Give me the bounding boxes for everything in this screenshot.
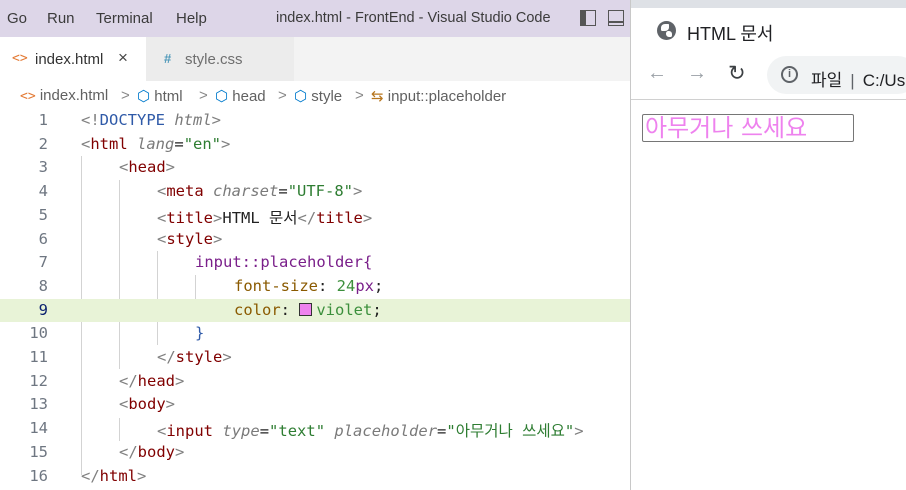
code-line: 15 </body>: [0, 441, 630, 465]
color-swatch[interactable]: [299, 302, 313, 316]
menu-run[interactable]: Run: [47, 10, 75, 27]
line-number: 15: [29, 442, 48, 461]
code-line: 5 <title>HTML 문서</title>: [0, 204, 630, 228]
line-number: 11: [29, 348, 48, 366]
browser-tab-title: HTML 문서: [687, 24, 774, 44]
breadcrumb-item-file[interactable]: <> index.html: [20, 87, 108, 104]
line-number: 3: [38, 158, 48, 177]
code-line: 2 <html lang="en">: [0, 133, 630, 157]
title-bar: Go Run Terminal Help index.html - FrontE…: [0, 0, 630, 37]
code-line: 14 <input type="text" placeholder="아무거나 …: [0, 417, 630, 441]
toggle-panel-icon[interactable]: [608, 10, 624, 26]
code-line-active: 9 color: violet;: [0, 298, 630, 323]
tab-strip: [631, 0, 906, 8]
code-line: 16 </html>: [0, 465, 630, 489]
line-number: 6: [38, 229, 48, 248]
code-line: 8 font-size: 24px;: [0, 275, 630, 299]
toggle-sidebar-icon[interactable]: [580, 10, 596, 26]
editor-tab-bar: <> index.html × # style.css: [0, 37, 630, 81]
address-text: 파일 | C:/Us: [811, 71, 906, 90]
code-line: 4 <meta charset="UTF-8">: [0, 180, 630, 204]
breadcrumb-separator: >: [121, 87, 130, 104]
code-line: 10 }: [0, 322, 630, 346]
breadcrumb-item-html[interactable]: ⬡ html: [137, 87, 183, 105]
line-number: 9: [38, 300, 48, 319]
breadcrumb: <> index.html > ⬡ html > ⬡ head > ⬡ styl…: [0, 81, 630, 109]
menu-terminal[interactable]: Terminal: [96, 10, 153, 27]
line-number: 14: [29, 419, 48, 438]
window-title: index.html - FrontEnd - Visual Studio Co…: [276, 10, 551, 26]
element-icon: ⬡: [215, 87, 229, 105]
code-line: 1 <!DOCTYPE html>: [0, 109, 630, 133]
code-line: 12 </head>: [0, 370, 630, 394]
line-number: 2: [38, 134, 48, 153]
close-icon[interactable]: ×: [118, 48, 128, 68]
menu-go[interactable]: Go: [7, 10, 27, 27]
css-file-icon: #: [164, 51, 172, 66]
browser-window: HTML 문서 ← → ↻ i 파일 | C:/Us: [630, 0, 906, 490]
breadcrumb-item-placeholder[interactable]: ⇆ input::placeholder: [371, 87, 506, 105]
element-icon: ⬡: [137, 87, 151, 105]
code-line: 3 <head>: [0, 156, 630, 180]
tab-label: index.html: [35, 51, 104, 68]
tab-label: style.css: [185, 51, 243, 68]
element-icon: ⬡: [294, 87, 308, 105]
breadcrumb-item-head[interactable]: ⬡ head: [215, 87, 266, 105]
line-number: 5: [38, 205, 48, 224]
globe-icon: [657, 21, 676, 40]
html-file-icon: <>: [20, 89, 36, 104]
line-number: 4: [38, 182, 48, 201]
line-number: 10: [29, 324, 48, 343]
forward-button[interactable]: →: [687, 62, 707, 85]
breadcrumb-separator: >: [278, 87, 287, 104]
back-button[interactable]: ←: [647, 62, 667, 85]
tab-index-html[interactable]: <> index.html ×: [0, 37, 146, 81]
vscode-window: Go Run Terminal Help index.html - FrontE…: [0, 0, 630, 490]
menu-help[interactable]: Help: [176, 10, 207, 27]
info-icon[interactable]: i: [781, 66, 798, 83]
code-line: 13 <body>: [0, 393, 630, 417]
browser-toolbar: HTML 문서 ← → ↻ i 파일 | C:/Us: [631, 0, 906, 100]
line-number: 8: [38, 276, 48, 295]
tab-style-css[interactable]: # style.css: [146, 37, 294, 81]
line-number: 12: [29, 371, 48, 390]
line-number: 7: [38, 253, 48, 272]
breadcrumb-separator: >: [199, 87, 208, 104]
breadcrumb-separator: >: [355, 87, 364, 104]
line-number: 16: [29, 466, 48, 485]
address-bar[interactable]: i 파일 | C:/Us: [767, 56, 906, 94]
selector-icon: ⇆: [371, 87, 384, 105]
breadcrumb-item-style[interactable]: ⬡ style: [294, 87, 342, 105]
code-line: 11 </style>: [0, 346, 630, 370]
page-text-input[interactable]: [642, 114, 854, 142]
html-file-icon: <>: [12, 51, 28, 66]
code-editor[interactable]: 1 <!DOCTYPE html> 2 <html lang="en"> 3 <…: [0, 109, 630, 490]
reload-button[interactable]: ↻: [728, 61, 746, 86]
browser-tab[interactable]: HTML 문서: [643, 8, 906, 56]
code-line: 7 input::placeholder{: [0, 251, 630, 275]
line-number: 1: [38, 111, 48, 129]
code-line: 6 <style>: [0, 228, 630, 252]
line-number: 13: [29, 395, 48, 414]
